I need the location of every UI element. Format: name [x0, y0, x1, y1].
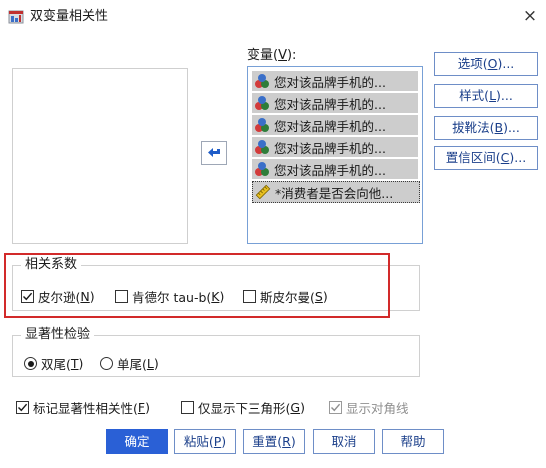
checkbox-box[interactable] — [21, 290, 34, 303]
lower-triangle-checkbox[interactable]: 仅显示下三角形(G) — [181, 398, 305, 417]
variable-label: 您对该品牌手机的... — [274, 140, 386, 156]
nominal-variable-icon — [255, 140, 269, 154]
variable-list-item[interactable]: 您对该品牌手机的... — [252, 159, 418, 179]
scale-variable-icon — [255, 184, 271, 200]
spearman-checkbox[interactable]: 斯皮尔曼(S) — [243, 287, 328, 306]
nominal-variable-icon — [255, 96, 269, 110]
radio-dot — [27, 360, 34, 367]
paste-button[interactable]: 粘贴(P) — [174, 429, 236, 454]
help-button[interactable]: 帮助 — [382, 429, 444, 454]
style-button[interactable]: 样式(L)... — [434, 84, 538, 108]
variable-label: 您对该品牌手机的... — [274, 74, 386, 90]
variable-list-item[interactable]: 您对该品牌手机的... — [252, 93, 418, 113]
checkbox-box[interactable] — [329, 401, 342, 414]
source-variable-list[interactable] — [12, 68, 188, 244]
variables-label: 变量(V): — [247, 48, 297, 63]
reset-button[interactable]: 重置(R) — [243, 429, 305, 454]
significance-group-title: 显著性检验 — [21, 327, 95, 343]
variable-label: 您对该品牌手机的... — [274, 162, 386, 178]
cancel-button[interactable]: 取消 — [313, 429, 375, 454]
check-icon — [23, 292, 33, 301]
app-icon — [8, 10, 24, 24]
radio-circle[interactable] — [100, 357, 113, 370]
check-icon — [331, 403, 341, 412]
nominal-variable-icon — [255, 118, 269, 132]
arrow-left-icon — [208, 148, 220, 157]
radio-circle[interactable] — [24, 357, 37, 370]
nominal-variable-icon — [255, 74, 269, 88]
variable-list-item[interactable]: *消费者是否会向他... — [252, 181, 420, 203]
variable-label: 您对该品牌手机的... — [274, 118, 386, 134]
options-button[interactable]: 选项(O)... — [434, 52, 538, 76]
ok-button[interactable]: 确定 — [106, 429, 168, 454]
show-diagonal-checkbox[interactable]: 显示对角线 — [329, 398, 409, 417]
bootstrap-button[interactable]: 拔靴法(B)... — [434, 116, 538, 140]
close-icon[interactable]: × — [520, 6, 540, 26]
checkbox-box[interactable] — [243, 290, 256, 303]
variable-list-item[interactable]: 您对该品牌手机的... — [252, 137, 418, 157]
check-icon — [18, 403, 28, 412]
flag-significant-checkbox[interactable]: 标记显著性相关性(F) — [16, 398, 150, 417]
move-variable-button[interactable] — [201, 141, 227, 165]
variable-label: *消费者是否会向他... — [275, 185, 394, 201]
checkbox-box[interactable] — [115, 290, 128, 303]
selected-variables-list[interactable]: 您对该品牌手机的... 您对该品牌手机的... 您对该品牌手机的... 您对该品… — [247, 66, 423, 244]
kendall-checkbox[interactable]: 肯德尔 tau-b(K) — [115, 287, 224, 306]
variable-label: 您对该品牌手机的... — [274, 96, 386, 112]
one-tailed-radio[interactable]: 单尾(L) — [100, 354, 159, 373]
window-title: 双变量相关性 — [30, 9, 109, 24]
pearson-checkbox[interactable]: 皮尔逊(N) — [21, 287, 95, 306]
two-tailed-radio[interactable]: 双尾(T) — [24, 354, 83, 373]
highlight-annotation — [4, 253, 390, 318]
nominal-variable-icon — [255, 162, 269, 176]
checkbox-box[interactable] — [181, 401, 194, 414]
variable-list-item[interactable]: 您对该品牌手机的... — [252, 115, 418, 135]
confidence-interval-button[interactable]: 置信区间(C)... — [434, 146, 538, 170]
variable-list-item[interactable]: 您对该品牌手机的... — [252, 71, 418, 91]
checkbox-box[interactable] — [16, 401, 29, 414]
